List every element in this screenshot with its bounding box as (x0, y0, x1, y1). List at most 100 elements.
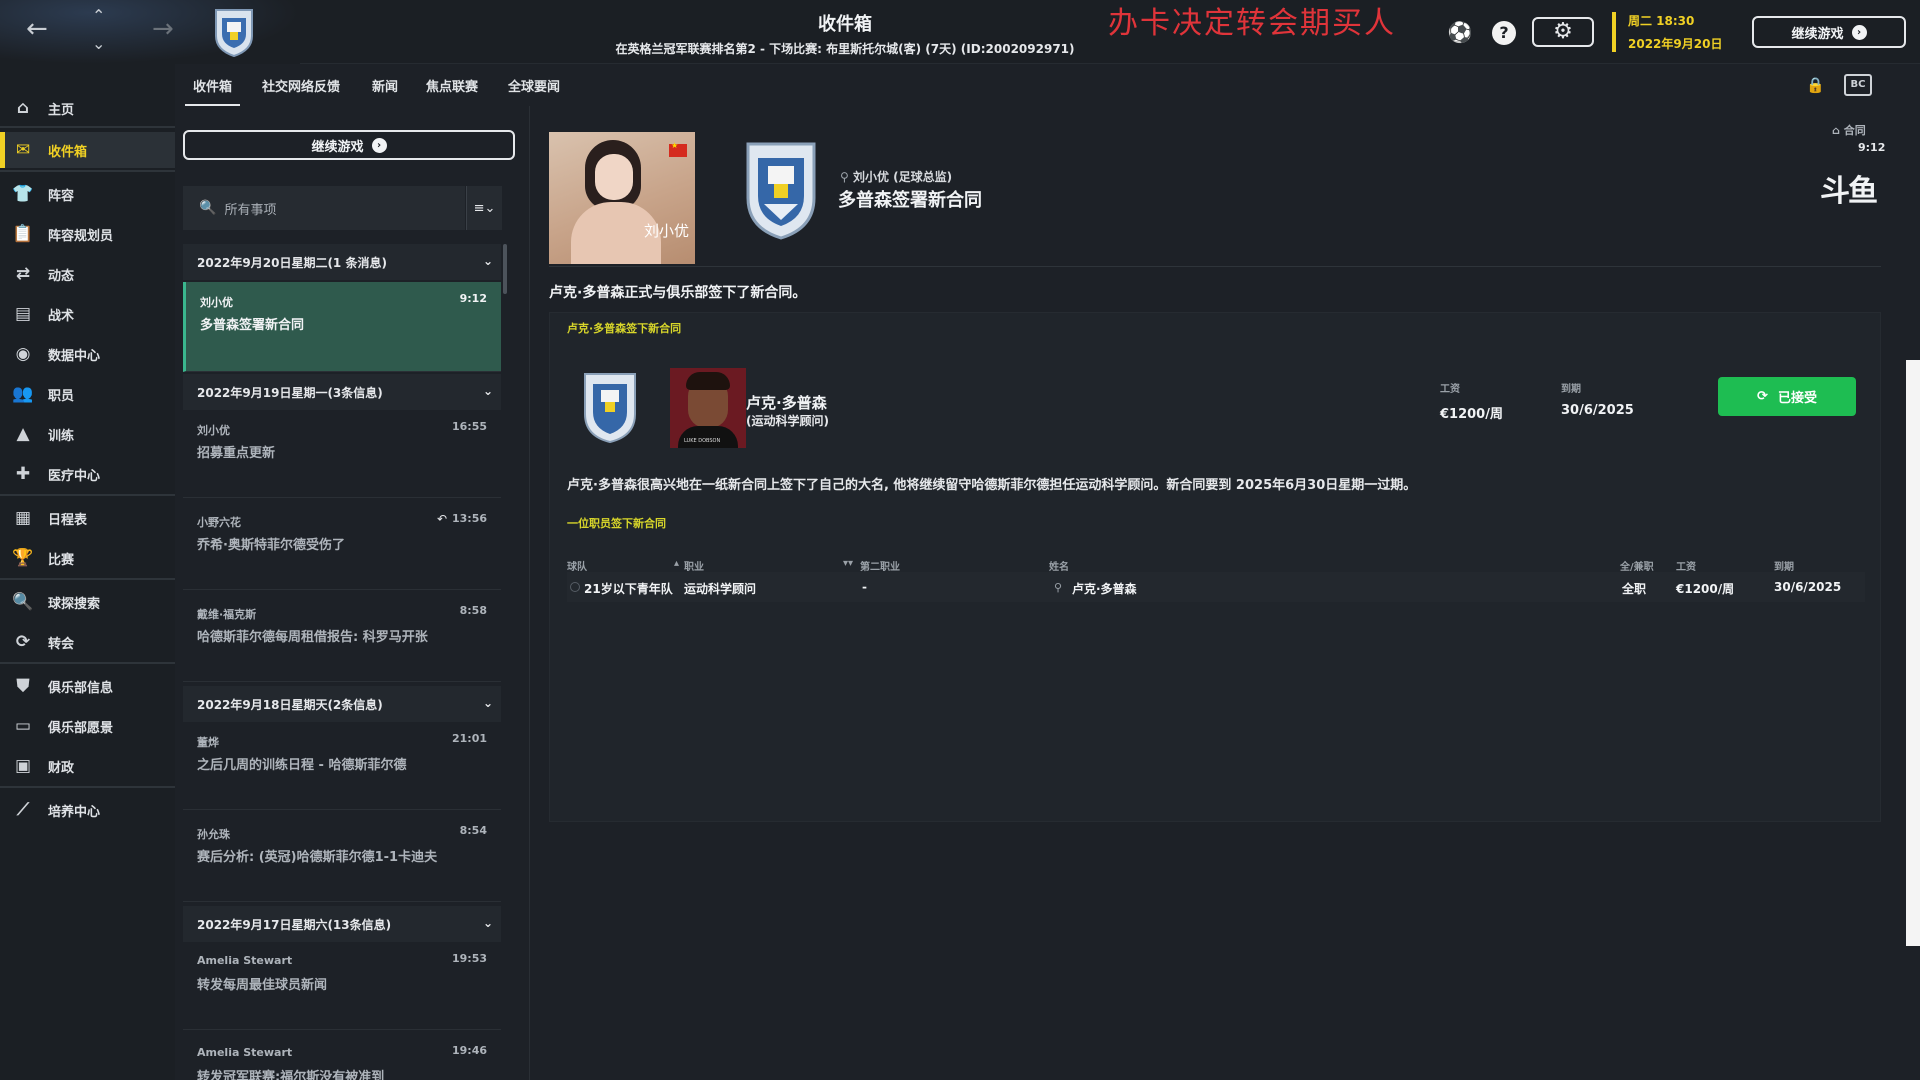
sidebar-item-finance[interactable]: ▣ 财政 (0, 748, 175, 784)
help-icon[interactable]: ? (1492, 21, 1516, 45)
date-group-header[interactable]: 2022年9月17日星期六(13条信息) ⌄ (183, 906, 501, 942)
col-name[interactable]: 姓名 (1049, 558, 1069, 573)
cell-name[interactable]: 卢克·多普森 (1072, 580, 1137, 597)
sidebar-item-tactics[interactable]: ▤ 战术 (0, 296, 175, 332)
vision-icon: ▭ (14, 716, 32, 736)
sidebar-item-home[interactable]: ⌂ 主页 (0, 90, 175, 126)
clipboard-icon: 📋 (12, 224, 34, 244)
message-subject: 赛后分析: (英冠)哈德斯菲尔德1-1卡迪夫 (197, 850, 438, 865)
lock-icon[interactable]: 🔒 (1806, 76, 1825, 94)
window-edge (1906, 360, 1920, 946)
col-second-role[interactable]: 第二职业 (860, 558, 900, 573)
fmc-ball-icon[interactable]: ⚽ (1446, 18, 1474, 46)
sidebar-item-shirt[interactable]: 👕 阵容 (0, 176, 175, 212)
continue-game-button-top[interactable]: 继续游戏 › (1752, 16, 1906, 48)
tab-inbox[interactable]: 收件箱 (184, 76, 241, 107)
tab-world-news[interactable]: 全球要闻 (508, 76, 560, 95)
chevron-down-icon[interactable]: ⌄ (92, 34, 105, 53)
sidebar-item-calendar[interactable]: ▦ 日程表 (0, 500, 175, 536)
sidebar-divider (0, 662, 175, 664)
sidebar-divider (0, 578, 175, 580)
calendar-icon: ▦ (14, 508, 32, 528)
staff-body (678, 426, 738, 448)
sidebar-item-label: 战术 (48, 308, 75, 324)
col-type[interactable]: 全/兼职 (1620, 558, 1654, 573)
club-crest-icon[interactable] (582, 370, 638, 446)
col-role[interactable]: 职业 (684, 558, 704, 573)
message-subject: 转发冠军联赛:福尔斯没有被准到 (197, 1070, 385, 1080)
cell-role: 运动科学顾问 (684, 582, 757, 596)
message-item[interactable]: 刘小优 16:55 招募重点更新 (183, 410, 501, 498)
sidebar-item-vision[interactable]: ▭ 俱乐部愿景 (0, 708, 175, 744)
sidebar-item-scout[interactable]: 🔍 球探搜索 (0, 584, 175, 620)
message-sender: Amelia Stewart (197, 954, 293, 967)
chevron-down-icon[interactable]: ⌄ (483, 254, 493, 268)
page-subtitle: 在英格兰冠军联赛排名第2 - 下场比赛: 布里斯托尔城(客) (7天) (ID:… (615, 42, 1075, 56)
inbox-search-input[interactable]: 🔍 所有事项 (183, 186, 465, 230)
dynamics-icon: ⇄ (15, 264, 31, 284)
sidebar-item-staff[interactable]: 👥 职员 (0, 376, 175, 412)
expiry-label: 到期 (1561, 384, 1581, 395)
list-scrollbar[interactable] (503, 244, 507, 294)
staff-name-link[interactable]: 卢克·多普森 (746, 392, 827, 413)
filter-menu-icon[interactable]: ≡⌄ (466, 186, 502, 230)
message-item[interactable]: 孙允珠 8:54 赛后分析: (英冠)哈德斯菲尔德1-1卡迪夫 (183, 814, 501, 902)
message-item[interactable]: 小野六花 ↶ 13:56 乔希·奥斯特菲尔德受伤了 (183, 502, 501, 590)
sidebar-item-shield[interactable]: ⛊ 俱乐部信息 (0, 668, 175, 704)
sidebar-item-label: 球探搜索 (48, 596, 101, 612)
chevron-down-icon[interactable]: ⌄ (483, 696, 493, 710)
date-group-header[interactable]: 2022年9月19日星期一(3条信息) ⌄ (183, 374, 501, 410)
date-group-label: 2022年9月18日星期天(2条信息) (197, 697, 383, 712)
club-crest-icon[interactable] (214, 6, 254, 58)
col-role-sort-icon[interactable]: ▴ (674, 558, 679, 569)
sub-tabs: 收件箱 社交网络反馈 新闻 焦点联赛 全球要闻 (175, 64, 1920, 107)
accepted-button[interactable]: ⟳ 已接受 (1718, 377, 1856, 416)
sidebar-item-dynamics[interactable]: ⇄ 动态 (0, 256, 175, 292)
sidebar-item-development[interactable]: ⟋ 培养中心 (0, 792, 175, 828)
date-group-header[interactable]: 2022年9月20日星期二(1 条消息) ⌄ (183, 244, 501, 280)
continue-game-button[interactable]: 继续游戏 › (183, 130, 515, 160)
sidebar-item-transfer[interactable]: ⟳ 转会 (0, 624, 175, 660)
tab-focus-league[interactable]: 焦点联赛 (426, 76, 478, 95)
sidebar-item-inbox[interactable]: ✉ 收件箱 (0, 132, 175, 168)
back-arrow-icon[interactable]: ← (26, 14, 48, 44)
col-team[interactable]: 球队 (567, 558, 587, 573)
sidebar-item-label: 俱乐部愿景 (48, 720, 114, 736)
message-time: 13:56 (451, 512, 487, 525)
date-group-header[interactable]: 2022年9月18日星期天(2条信息) ⌄ (183, 686, 501, 722)
col-second-role-sort-icon[interactable]: ▾▾ (843, 558, 853, 569)
message-subject: 哈德斯菲尔德每周租借报告: 科罗马开张 (197, 630, 428, 645)
sidebar-item-data[interactable]: ◉ 数据中心 (0, 336, 175, 372)
chevron-down-icon[interactable]: ⌄ (483, 384, 493, 398)
tab-news[interactable]: 新闻 (372, 76, 398, 95)
message-item-selected[interactable]: 刘小优 9:12 多普森签署新合同 (183, 282, 501, 372)
inbox-icon: ✉ (15, 140, 31, 160)
search-placeholder: 所有事项 (224, 202, 277, 218)
table-row[interactable] (567, 572, 1865, 602)
tab-social-feedback[interactable]: 社交网络反馈 (262, 76, 340, 95)
chevron-up-icon[interactable]: ⌃ (92, 6, 105, 25)
home-icon: ⌂ (16, 98, 30, 118)
message-item[interactable]: Amelia Stewart 19:53 转发每周最佳球员新闻 (183, 942, 501, 1030)
chevron-down-icon[interactable]: ⌄ (483, 916, 493, 930)
message-item[interactable]: Amelia Stewart 19:46 转发冠军联赛:福尔斯没有被准到 (183, 1034, 501, 1080)
sender-photo[interactable]: 刘小优 (549, 132, 695, 264)
club-crest-icon[interactable] (744, 138, 818, 242)
wage-label: 工资 (1440, 384, 1460, 395)
category-tag: ⌂ 合同 (1832, 122, 1866, 138)
settings-gear-icon[interactable]: ⚙ (1532, 17, 1594, 47)
game-date: 周二 18:30 2022年9月20日 (1612, 12, 1722, 52)
sidebar-item-clipboard[interactable]: 📋 阵容规划员 (0, 216, 175, 252)
message-item[interactable]: 戴维·福克斯 8:58 哈德斯菲尔德每周租借报告: 科罗马开张 (183, 594, 501, 682)
sidebar-item-medical[interactable]: ✚ 医疗中心 (0, 456, 175, 492)
forward-arrow-icon[interactable]: → (152, 14, 174, 44)
message-item[interactable]: 董烨 21:01 之后几周的训练日程 - 哈德斯菲尔德 (183, 722, 501, 810)
col-wage[interactable]: 工资 (1676, 558, 1696, 573)
sidebar-item-trophy[interactable]: 🏆 比赛 (0, 540, 175, 576)
bc-layout-icon[interactable]: BC (1844, 74, 1872, 96)
col-expiry[interactable]: 到期 (1774, 558, 1794, 573)
sidebar-item-training[interactable]: ▲ 训练 (0, 416, 175, 452)
stream-watermark: 斗鱼 (1820, 174, 1878, 209)
accepted-label: 已接受 (1777, 391, 1817, 406)
staff-photo[interactable]: LUKE DOBSON (670, 368, 746, 448)
